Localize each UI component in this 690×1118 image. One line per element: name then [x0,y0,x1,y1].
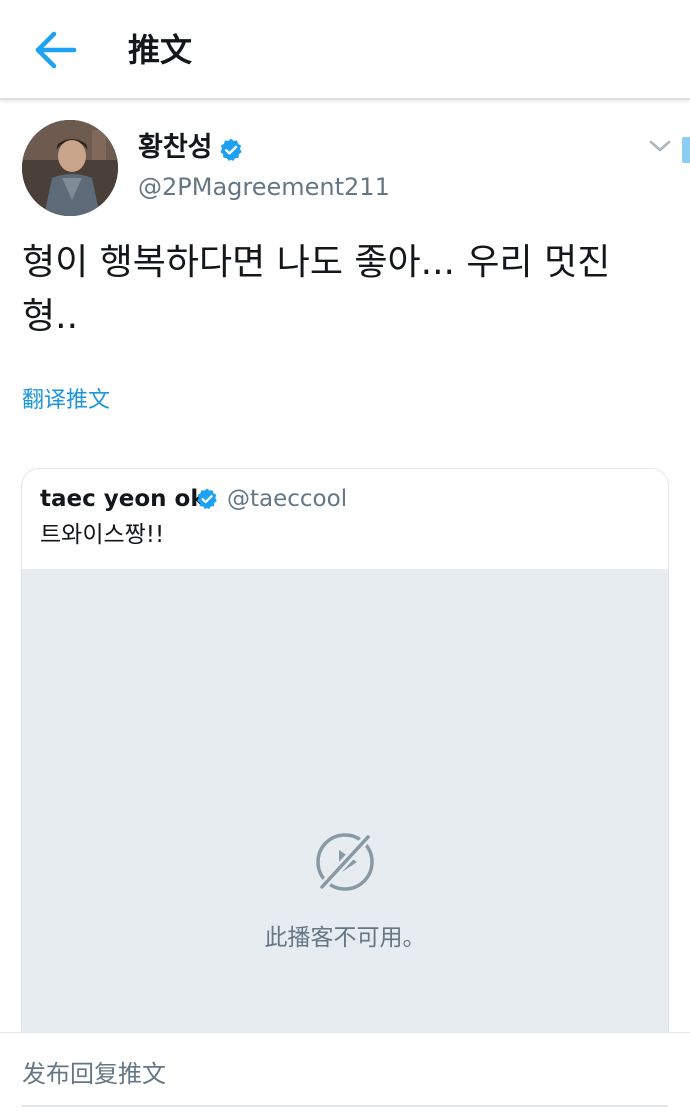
verified-badge-icon [220,138,242,161]
back-button[interactable] [28,26,84,74]
avatar[interactable] [22,120,118,216]
reply-bar: 发布回复推文 [0,1032,690,1118]
tweet-text: 형이 행복하다면 나도 좋아... 우리 멋진 형.. [22,242,611,337]
reply-input[interactable]: 发布回复推文 [22,1057,166,1091]
arrow-left-icon [35,31,77,69]
media-unavailable-text: 此播客不可用。 [264,925,426,951]
media-unavailable-icon [316,832,374,892]
quoted-tweet-text: 트와이스짱!! [40,522,165,548]
avatar-image [22,120,118,216]
page-title: 推文 [128,31,193,69]
media-placeholder: 此播客不可用。 [22,569,668,1049]
quoted-author-handle: @taeccool [227,486,348,512]
author-handle[interactable]: @2PMagreement211 [138,170,390,204]
reply-underline [22,1105,668,1107]
author-name[interactable]: 황찬성 [138,130,213,166]
verified-badge-icon [197,488,217,510]
top-bar: 推文 [0,0,690,100]
translate-tweet-link[interactable]: 翻译推文 [22,385,110,417]
chevron-down-icon[interactable] [646,134,674,158]
scroll-indicator [682,137,690,163]
quoted-tweet-card[interactable]: taec yeon ok @taeccool 트와이스짱!! 此播客不可用。 [21,468,669,1050]
quoted-author-name: taec yeon ok [40,486,206,512]
